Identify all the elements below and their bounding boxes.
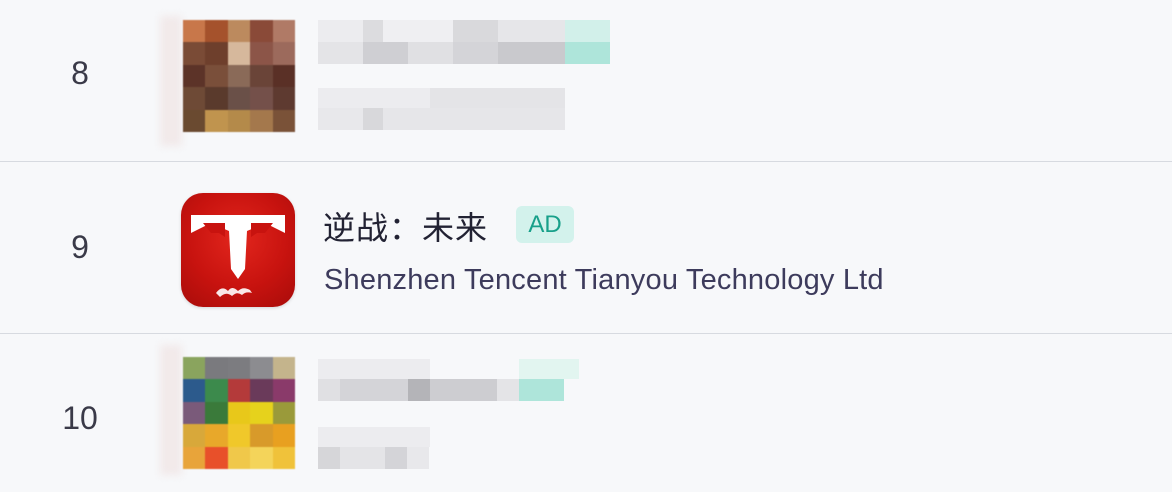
list-item[interactable]: 10 (0, 335, 1172, 492)
blur-edge (160, 16, 182, 146)
app-title[interactable]: 逆战：未来 (323, 203, 488, 249)
rank-number: 9 (71, 229, 89, 265)
list-item[interactable]: 8 (0, 0, 1172, 162)
ad-badge: AD (516, 206, 574, 243)
blurred-app-icon[interactable] (183, 20, 295, 132)
rank-number: 8 (71, 55, 89, 91)
blur-edge (160, 345, 182, 475)
ranking-list: 8 9 逆战：未来 AD Shenzhen Tencent Tianyou Te… (0, 0, 1172, 492)
nizhan-app-icon[interactable] (181, 193, 295, 307)
developer-name[interactable]: Shenzhen Tencent Tianyou Technology Ltd (324, 264, 884, 297)
nizhan-logo-icon (191, 215, 285, 297)
rank-number: 10 (62, 400, 98, 436)
list-item[interactable]: 9 逆战：未来 AD Shenzhen Tencent Tianyou Tech… (0, 163, 1172, 334)
blurred-app-icon[interactable] (183, 357, 295, 469)
